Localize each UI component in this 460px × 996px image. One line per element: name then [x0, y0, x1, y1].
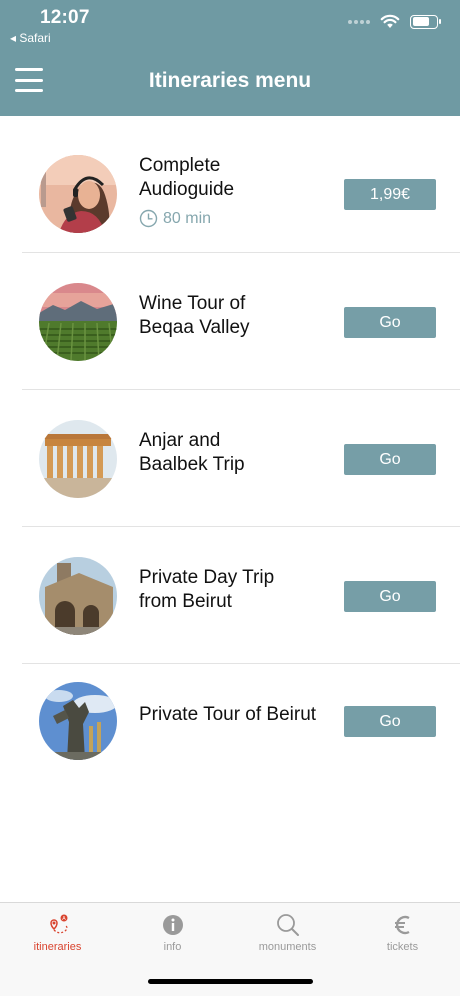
tab-tickets[interactable]: tickets — [345, 913, 460, 953]
route-pin-icon: A — [49, 914, 68, 934]
itinerary-title: Private Day Trip from Beirut — [139, 567, 275, 612]
tab-label: tickets — [386, 941, 419, 953]
anjar-baalbek-thumbnail — [39, 420, 117, 498]
battery-icon — [410, 14, 441, 29]
itinerary-item-day-trip[interactable]: Private Day Trip from Beirut Go — [22, 527, 460, 664]
tab-itineraries[interactable]: A itineraries — [0, 913, 115, 953]
itinerary-item-beirut-tour[interactable]: Private Tour of Beirut Go — [22, 664, 460, 801]
duration-text: 80 min — [163, 209, 212, 227]
status-bar: 12:07 ◂ Safari — [0, 0, 460, 48]
clock-icon — [139, 209, 158, 228]
page-title: Itineraries menu — [148, 69, 312, 92]
wifi-icon — [380, 14, 400, 28]
status-time: 12:07 — [40, 7, 90, 28]
itinerary-title: Private Tour of Beirut — [139, 704, 317, 725]
audioguide-thumbnail — [39, 155, 117, 233]
euro-icon — [394, 915, 410, 935]
tab-label: itineraries — [33, 941, 82, 953]
search-icon — [276, 914, 299, 936]
home-indicator — [148, 979, 313, 984]
go-button[interactable]: Go — [344, 444, 436, 475]
itinerary-item-wine-tour[interactable]: Wine Tour of Beqaa Valley Go — [22, 253, 460, 390]
status-indicators — [348, 14, 441, 29]
svg-text:A: A — [62, 916, 66, 922]
tab-monuments[interactable]: monuments — [230, 913, 345, 953]
go-button[interactable]: Go — [344, 581, 436, 612]
itinerary-title: Wine Tour of Beqaa Valley — [139, 293, 250, 338]
buy-audioguide-button[interactable]: 1,99€ — [344, 179, 436, 210]
itinerary-item-audioguide[interactable]: Complete Audioguide 80 min 1,99€ — [22, 116, 460, 253]
tab-label: info — [163, 941, 182, 953]
go-button[interactable]: Go — [344, 706, 436, 737]
tab-label: monuments — [258, 941, 317, 953]
itinerary-list: Complete Audioguide 80 min 1,99€ Wine To… — [0, 116, 460, 801]
itinerary-title: Anjar and Baalbek Trip — [139, 430, 245, 475]
back-to-safari-link[interactable]: ◂ Safari — [10, 31, 51, 45]
duration-info: 80 min — [139, 209, 211, 228]
go-button[interactable]: Go — [344, 307, 436, 338]
info-icon — [162, 915, 183, 935]
itinerary-title: Complete Audioguide — [139, 155, 235, 200]
itinerary-item-anjar-baalbek[interactable]: Anjar and Baalbek Trip Go — [22, 390, 460, 527]
tab-info[interactable]: info — [115, 913, 230, 953]
beirut-tour-thumbnail — [39, 682, 117, 760]
cellular-signal-icon — [348, 19, 370, 24]
day-trip-thumbnail — [39, 557, 117, 635]
nav-bar: Itineraries menu — [0, 48, 460, 116]
wine-tour-thumbnail — [39, 283, 117, 361]
